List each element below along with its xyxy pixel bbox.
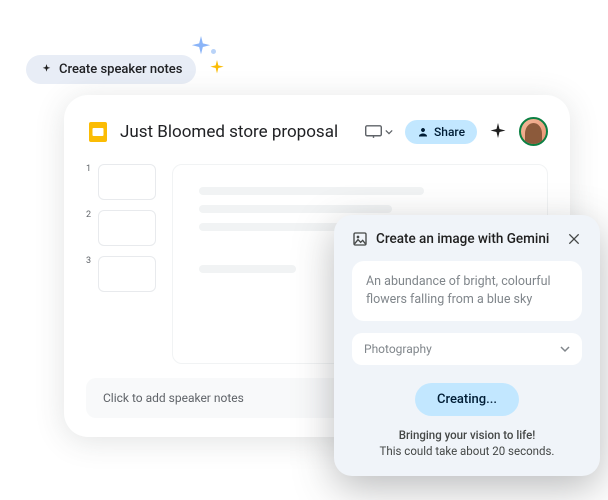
style-label: Photography — [364, 342, 432, 356]
slide-thumb[interactable] — [98, 210, 156, 246]
status-message: Bringing your vision to life! — [352, 428, 582, 442]
sparkle-dot-icon — [211, 49, 216, 54]
skeleton-line — [199, 187, 424, 195]
gemini-icon-button[interactable] — [489, 123, 507, 141]
account-avatar[interactable] — [519, 117, 548, 146]
close-icon[interactable] — [566, 231, 582, 247]
skeleton-line — [199, 265, 296, 273]
chevron-down-icon — [385, 128, 393, 136]
present-icon — [365, 125, 382, 138]
thumb-num: 3 — [86, 256, 92, 266]
create-speaker-notes-chip[interactable]: Create speaker notes — [26, 55, 196, 84]
sparkle-icon — [40, 63, 53, 76]
status-eta: This could take about 20 seconds. — [352, 444, 582, 458]
share-label: Share — [434, 125, 465, 139]
prompt-input[interactable]: An abundance of bright, colourful flower… — [352, 261, 582, 321]
style-select[interactable]: Photography — [352, 333, 582, 365]
panel-title: Create an image with Gemini — [376, 231, 558, 247]
chip-label: Create speaker notes — [59, 62, 182, 77]
thumb-num: 2 — [86, 210, 92, 220]
sparkle-icon — [489, 123, 507, 141]
presentation-title[interactable]: Just Bloomed store proposal — [120, 122, 355, 142]
people-icon — [417, 126, 429, 138]
slides-header: Just Bloomed store proposal Share — [86, 117, 548, 146]
gemini-create-image-panel: Create an image with Gemini An abundance… — [334, 215, 600, 476]
sparkle-gold-icon — [209, 60, 225, 76]
slide-thumb[interactable] — [98, 256, 156, 292]
share-button[interactable]: Share — [405, 120, 477, 144]
image-icon — [352, 231, 368, 247]
skeleton-line — [199, 205, 392, 213]
chevron-down-icon — [560, 344, 570, 354]
present-button[interactable] — [365, 125, 393, 138]
google-slides-icon — [86, 120, 110, 144]
sparkle-blue-icon — [190, 36, 212, 58]
slide-thumbnails: 1 2 3 — [86, 164, 156, 364]
slide-thumb[interactable] — [98, 164, 156, 200]
creating-button[interactable]: Creating... — [415, 383, 519, 416]
thumb-num: 1 — [86, 164, 92, 174]
